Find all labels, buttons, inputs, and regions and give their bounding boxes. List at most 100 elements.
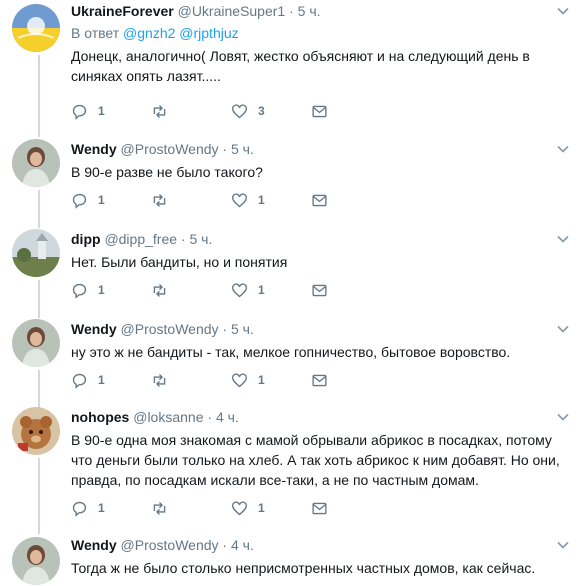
tweet-actions: 1 1: [71, 191, 391, 209]
user-handle[interactable]: @dipp_free: [104, 231, 177, 247]
retweet-button[interactable]: [151, 372, 231, 389]
retweet-button[interactable]: [151, 282, 231, 299]
avatar-image: [12, 319, 60, 367]
chevron-down-icon[interactable]: [556, 538, 570, 552]
chevron-down-icon[interactable]: [556, 322, 570, 336]
like-button[interactable]: 3: [231, 103, 311, 120]
avatar-image: [12, 139, 60, 187]
like-count: 1: [258, 283, 265, 297]
reply-icon: [72, 283, 87, 299]
reply-count: 1: [98, 501, 105, 515]
timestamp[interactable]: 5 ч.: [231, 141, 254, 157]
dm-button[interactable]: [311, 372, 391, 389]
chevron-down-icon[interactable]: [556, 142, 570, 156]
like-icon: [232, 500, 247, 515]
tweet[interactable]: Wendy @ProstoWendy · 4 ч. Тогда ж не был…: [0, 534, 580, 586]
retweet-button[interactable]: [151, 192, 231, 209]
avatar[interactable]: [12, 139, 60, 187]
like-button[interactable]: 1: [231, 282, 311, 299]
like-count: 1: [258, 501, 265, 515]
tweet[interactable]: dipp @dipp_free · 5 ч. Нет. Были бандиты…: [0, 224, 580, 314]
reply-count: 1: [98, 373, 105, 387]
dm-button[interactable]: [311, 103, 391, 120]
timestamp[interactable]: 4 ч.: [231, 537, 254, 553]
retweet-icon: [153, 283, 166, 297]
like-icon: [232, 103, 247, 118]
like-icon: [232, 372, 247, 387]
tweet[interactable]: Wendy @ProstoWendy · 5 ч. В 90-е разве н…: [0, 133, 580, 223]
chevron-down-icon[interactable]: [556, 4, 570, 18]
reply-button[interactable]: 1: [71, 372, 151, 389]
display-name[interactable]: nohopes: [71, 409, 129, 425]
avatar[interactable]: [12, 537, 60, 585]
tweet-header: dipp @dipp_free · 5 ч.: [71, 229, 570, 249]
tweet-header: Wendy @ProstoWendy · 4 ч.: [71, 535, 570, 555]
reply-prefix: В ответ: [71, 25, 120, 41]
display-name[interactable]: Wendy: [71, 141, 117, 157]
retweet-icon: [153, 373, 166, 387]
mention-link[interactable]: @gnzh2: [123, 25, 175, 41]
separator-dot: ·: [207, 409, 213, 425]
timestamp[interactable]: 5 ч.: [189, 231, 212, 247]
user-handle[interactable]: @ProstoWendy: [121, 141, 219, 157]
user-handle[interactable]: @UkraineSuper1: [178, 3, 286, 19]
dm-icon: [312, 105, 327, 117]
reply-button[interactable]: 1: [71, 192, 151, 209]
tweet-text: В 90-е разве не было такого?: [71, 164, 263, 180]
tweet[interactable]: Wendy @ProstoWendy · 5 ч. ну это ж не ба…: [0, 314, 580, 404]
display-name[interactable]: UkraineForever: [71, 3, 174, 19]
user-handle[interactable]: @loksanne: [133, 409, 203, 425]
reply-count: 1: [98, 193, 105, 207]
dm-button[interactable]: [311, 282, 391, 299]
separator-dot: ·: [222, 537, 228, 553]
display-name[interactable]: Wendy: [71, 537, 117, 553]
tweet-actions: 1 1: [71, 371, 391, 389]
timestamp[interactable]: 4 ч.: [216, 409, 239, 425]
retweet-button[interactable]: [151, 500, 231, 517]
reply-button[interactable]: 1: [71, 103, 151, 120]
retweet-icon: [153, 193, 166, 207]
reply-icon: [72, 373, 87, 389]
dm-button[interactable]: [311, 192, 391, 209]
timestamp[interactable]: 5 ч.: [231, 321, 254, 337]
reply-button[interactable]: 1: [71, 282, 151, 299]
tweet[interactable]: nohopes @loksanne · 4 ч. В 90-е одна моя…: [0, 404, 580, 534]
chevron-down-icon[interactable]: [556, 410, 570, 424]
tweet-actions: 1 1: [71, 499, 391, 517]
dm-button[interactable]: [311, 500, 391, 517]
display-name[interactable]: dipp: [71, 231, 101, 247]
avatar-image: [12, 537, 60, 585]
dm-icon: [312, 284, 327, 296]
dm-icon: [312, 194, 327, 206]
retweet-button[interactable]: [151, 103, 231, 120]
mention-link[interactable]: @rjpthjuz: [179, 25, 238, 41]
user-handle[interactable]: @ProstoWendy: [121, 321, 219, 337]
user-handle[interactable]: @ProstoWendy: [121, 537, 219, 553]
like-button[interactable]: 1: [231, 500, 311, 517]
chevron-down-icon[interactable]: [556, 232, 570, 246]
tweet-text: Тогда ж не было столько неприсмотренных …: [71, 560, 536, 576]
display-name[interactable]: Wendy: [71, 321, 117, 337]
tweet[interactable]: UkraineForever @UkraineSuper1 · 5 ч. В о…: [0, 0, 580, 132]
separator-dot: ·: [222, 141, 228, 157]
avatar[interactable]: [12, 229, 60, 277]
tweet-header: UkraineForever @UkraineSuper1 · 5 ч.: [71, 1, 570, 21]
tweet-header: Wendy @ProstoWendy · 5 ч.: [71, 139, 570, 159]
tweet-text: ну это ж не бандиты - так, мелкое гопнич…: [71, 344, 511, 360]
separator-dot: ·: [222, 321, 228, 337]
avatar[interactable]: [12, 407, 60, 455]
like-button[interactable]: 1: [231, 192, 311, 209]
avatar-image: [12, 229, 60, 277]
reply-icon: [72, 501, 87, 517]
retweet-icon: [153, 104, 166, 118]
timestamp[interactable]: 5 ч.: [298, 3, 321, 19]
like-button[interactable]: 1: [231, 372, 311, 389]
dm-icon: [312, 374, 327, 386]
reply-button[interactable]: 1: [71, 500, 151, 517]
like-count: 1: [258, 193, 265, 207]
avatar-image: [12, 4, 60, 52]
avatar[interactable]: [12, 4, 60, 52]
reply-icon: [72, 193, 87, 209]
avatar[interactable]: [12, 319, 60, 367]
reply-icon: [72, 104, 87, 120]
